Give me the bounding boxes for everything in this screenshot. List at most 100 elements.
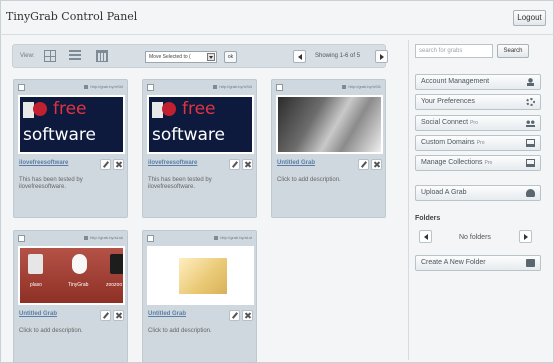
previous-page-button[interactable] [293,50,306,63]
thumbnail-text-top: free [182,99,216,119]
heart-icon [33,102,47,116]
pro-badge: Pro [470,120,478,126]
pro-badge: Pro [476,140,485,146]
search-input[interactable]: search for grabs [415,44,493,58]
delete-icon[interactable] [113,310,124,321]
grab-link[interactable]: http://grab.by/nSt4 [84,84,123,89]
folders-heading: Folders [415,215,441,222]
grab-title[interactable]: ilovefreesoftware [19,160,68,166]
no-folders-text: No folders [459,234,491,241]
sidebar-item-label: Your Preferences [421,98,475,105]
move-selected-select[interactable]: Move Selected to ( [145,51,217,63]
sidebar: search for grabs Search Account Manageme… [408,40,548,360]
lock-icon [342,84,347,89]
pro-badge: Pro [484,160,493,166]
edit-icon[interactable] [100,159,111,170]
showing-count: Showing 1-6 of 5 [315,53,361,59]
user-icon [526,78,535,86]
lock-icon [84,235,89,240]
edit-icon[interactable] [358,159,369,170]
grab-checkbox[interactable] [276,84,283,91]
edit-icon[interactable] [100,310,111,321]
edit-icon[interactable] [229,159,240,170]
account-management-button[interactable]: Account Management [415,74,541,90]
grab-checkbox[interactable] [147,235,154,242]
edit-icon[interactable] [229,310,240,321]
grab-title[interactable]: ilovefreesoftware [148,160,197,166]
grab-thumbnail[interactable]: free software [18,95,125,154]
grab-thumbnail[interactable] [276,95,383,154]
thumbnail-text-bottom: software [23,125,97,145]
social-connect-button[interactable]: Social Connect Pro [415,115,541,131]
grab-thumbnail[interactable]: free software [147,95,254,154]
list-view-icon[interactable] [69,50,81,62]
lock-icon [84,84,89,89]
upload-grab-button[interactable]: Upload A Grab [415,185,541,201]
sidebar-item-label: Upload A Grab [421,189,467,196]
manage-collections-button[interactable]: Manage Collections Pro [415,155,541,171]
file-icon [28,254,43,274]
calendar-view-icon[interactable] [96,50,108,62]
grab-description[interactable]: This has been tested by ilovefreesoftwar… [19,177,119,191]
ok-button[interactable]: ok [224,51,237,63]
grab-link[interactable]: http://grab.by/nSt1 [342,84,381,89]
delete-icon[interactable] [371,159,382,170]
people-icon [526,119,535,127]
create-folder-button[interactable]: Create A New Folder [415,255,541,271]
thumbnail-text-bottom: software [152,125,226,145]
view-label: View: [20,53,35,59]
gear-icon [526,98,535,106]
chevron-down-icon [207,53,215,61]
grid-view-icon[interactable] [44,50,56,62]
sidebar-item-label: Create A New Folder [421,259,486,266]
desktop-icon-label: plaso [30,282,42,288]
folders-prev-button[interactable] [419,230,432,243]
thumbnail-text-top: free [53,99,87,119]
sidebar-item-label: Social Connect [421,119,469,126]
grab-checkbox[interactable] [18,235,25,242]
custom-domains-button[interactable]: Custom Domains Pro [415,135,541,151]
grab-card[interactable]: http://grab.by/nSt1 Untitled Grab Click … [271,79,386,218]
grab-link[interactable]: http://grab.by/nSt4 [213,84,252,89]
grab-link[interactable]: http://grab.by/aLsl [214,235,252,240]
grab-description[interactable]: This has been tested by ilovefreesoftwar… [148,177,248,191]
grab-checkbox[interactable] [147,84,154,91]
monitor-icon [526,139,535,147]
delete-icon[interactable] [242,159,253,170]
grab-card[interactable]: http://grab.by/nSt4 free software ilovef… [13,79,128,218]
logout-button[interactable]: Logout [513,10,546,26]
grab-title[interactable]: Untitled Grab [148,311,186,317]
grab-link[interactable]: http://grab.by/aLsk [84,235,123,240]
grab-card[interactable]: http://grab.by/aLsl Untitled Grab Click … [142,230,257,363]
lock-icon [214,235,219,240]
preferences-button[interactable]: Your Preferences [415,94,541,110]
monitor-icon [526,159,535,167]
header-divider [0,34,554,35]
grab-description[interactable]: Click to add description. [277,177,377,184]
heart-icon [162,102,176,116]
grab-title[interactable]: Untitled Grab [19,311,57,317]
sidebar-item-label: Account Management [421,78,490,85]
next-page-button[interactable] [375,50,388,63]
folders-next-button[interactable] [519,230,532,243]
desktop-icon-label: zoozoo [106,282,123,288]
desktop-icon-label: TinyGrab [68,282,89,288]
yellow-image [179,258,227,294]
grab-card[interactable]: http://grab.by/nSt4 free software ilovef… [142,79,257,218]
app-icon [110,254,123,274]
move-selected-value: Move Selected to ( [149,54,191,60]
grab-card[interactable]: http://grab.by/aLsk plaso TinyGrab zoozo… [13,230,128,363]
app-title: TinyGrab Control Panel [6,10,138,23]
sidebar-item-label: Manage Collections [421,159,483,166]
grab-thumbnail[interactable] [147,246,254,305]
search-button[interactable]: Search [497,44,529,58]
grab-title[interactable]: Untitled Grab [277,160,315,166]
folder-add-icon [526,259,535,267]
grab-checkbox[interactable] [18,84,25,91]
cloud-icon [72,254,87,274]
delete-icon[interactable] [242,310,253,321]
grab-thumbnail[interactable]: plaso TinyGrab zoozoo [18,246,125,305]
grab-description[interactable]: Click to add description. [148,328,248,335]
grab-description[interactable]: Click to add description. [19,328,119,335]
delete-icon[interactable] [113,159,124,170]
